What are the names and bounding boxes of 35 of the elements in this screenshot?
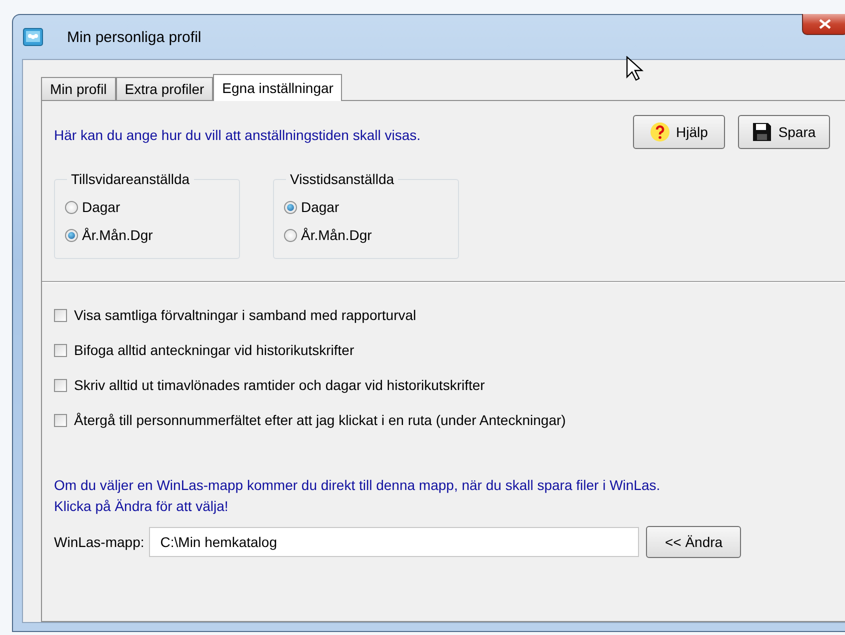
radio-label: År.Mån.Dgr (82, 227, 153, 243)
change-button[interactable]: << Ändra (646, 526, 742, 558)
radio-button[interactable] (65, 200, 78, 214)
checkbox[interactable] (54, 308, 67, 322)
checkbox-label: Skriv alltid ut timavlönades ramtider och dagar vid historikutskrifter (74, 377, 485, 393)
help-button[interactable]: Hjälp (633, 115, 725, 149)
tab[interactable]: Min profil (41, 77, 116, 100)
checkbox[interactable] (54, 414, 67, 426)
tab[interactable]: Egna inställningar (213, 74, 342, 101)
tab[interactable]: Extra profiler (116, 77, 214, 100)
close-button[interactable] (802, 14, 845, 35)
info-text: Om du väljer en WinLas-mapp kommer du direkt till denna mapp, när du skall spara filer i WinLas. (54, 477, 662, 493)
field-label: WinLas-mapp: (54, 534, 144, 550)
group-title: Visstidsanställda (289, 171, 396, 187)
checkbox-label: Återgå till personnummerfältet efter att jag klickat i en ruta (under Anteckningar) (74, 412, 566, 428)
checkbox[interactable] (54, 344, 67, 356)
intro-text: Här kan du ange hur du vill att anställningstiden skall visas. (54, 127, 421, 143)
radio-button[interactable] (284, 228, 297, 242)
save-button[interactable]: Spara (738, 115, 830, 149)
mouse-cursor-icon (626, 56, 644, 82)
folder-path-field[interactable]: C:\Min hemkatalog (149, 527, 640, 557)
radio-label: Dagar (82, 199, 120, 215)
app-icon (23, 28, 43, 46)
radio-button[interactable] (284, 200, 297, 214)
checkbox-label: Visa samtliga förvaltningar i samband med rapporturval (74, 307, 416, 323)
group-title: Tillsvidareanställda (70, 171, 191, 187)
question-icon (650, 122, 670, 142)
radio-button[interactable] (65, 228, 78, 242)
checkbox-label: Bifoga alltid anteckningar vid historikutskrifter (74, 342, 354, 358)
radio-label: Dagar (301, 199, 340, 215)
close-icon (819, 19, 831, 29)
checkbox[interactable] (54, 378, 67, 392)
info-text: Klicka på Ändra för att välja! (54, 498, 230, 514)
window-title: Min personliga profil (67, 28, 202, 46)
radio-label: År.Mån.Dgr (301, 227, 372, 243)
